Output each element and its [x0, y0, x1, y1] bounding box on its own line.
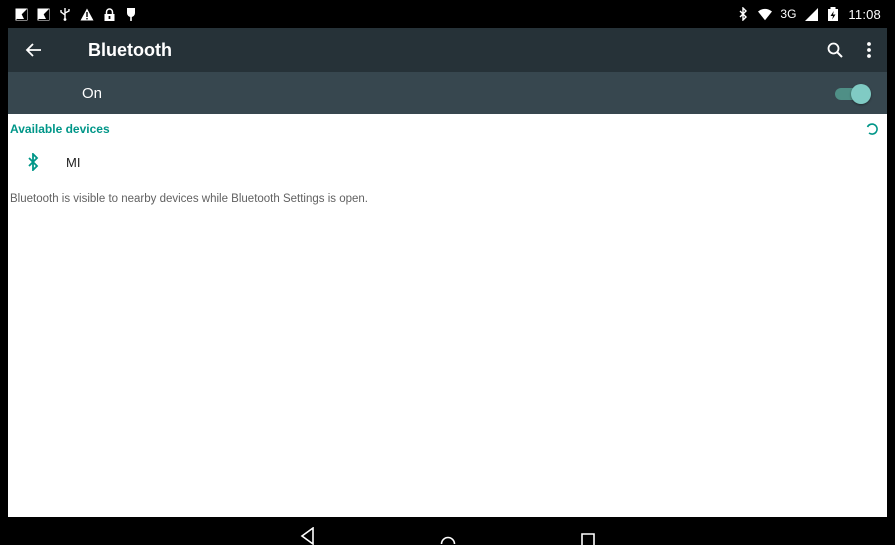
back-nav-icon — [300, 527, 316, 545]
app-toolbar: Bluetooth — [8, 28, 887, 72]
search-button[interactable] — [823, 38, 847, 62]
status-right: 3G 11:08 — [736, 7, 881, 22]
recents-nav-icon — [580, 533, 595, 545]
bluetooth-master-switch-bar[interactable]: On — [8, 72, 887, 114]
back-button[interactable] — [22, 38, 46, 62]
arrow-back-icon — [25, 41, 43, 59]
cell-signal-icon — [804, 7, 818, 21]
available-devices-header: Available devices — [8, 114, 887, 144]
scanning-spinner-icon — [865, 122, 879, 136]
toggle-thumb — [851, 84, 871, 104]
toolbar-actions — [823, 38, 887, 62]
pin-icon — [124, 7, 138, 21]
image-icon — [36, 7, 50, 21]
more-vert-icon — [866, 41, 872, 59]
device-item[interactable]: MI — [8, 144, 887, 180]
warning-icon — [80, 7, 94, 21]
battery-icon — [826, 7, 840, 21]
visibility-note: Bluetooth is visible to nearby devices w… — [10, 193, 368, 205]
nav-home-button[interactable] — [433, 521, 463, 545]
screen: 3G 11:08 Bluetooth On Available devices … — [0, 0, 895, 545]
search-icon — [827, 42, 843, 58]
network-type: 3G — [780, 7, 797, 21]
switch-label: On — [82, 84, 103, 102]
nav-back-button[interactable] — [293, 521, 323, 545]
nav-recents-button[interactable] — [573, 521, 603, 545]
clock: 11:08 — [848, 6, 881, 22]
device-name: MI — [66, 154, 81, 170]
section-title: Available devices — [10, 122, 110, 136]
bluetooth-icon — [736, 7, 750, 21]
status-bar: 3G 11:08 — [8, 0, 887, 28]
bluetooth-icon — [24, 153, 42, 171]
overflow-menu-button[interactable] — [857, 38, 881, 62]
image-icon — [14, 7, 28, 21]
status-left — [14, 7, 138, 21]
navigation-bar — [8, 517, 887, 545]
page-title: Bluetooth — [88, 39, 172, 60]
lock-icon — [102, 7, 116, 21]
bluetooth-toggle[interactable] — [835, 83, 871, 104]
home-nav-icon — [440, 533, 456, 545]
wifi-icon — [758, 7, 773, 21]
usb-icon — [58, 7, 72, 21]
